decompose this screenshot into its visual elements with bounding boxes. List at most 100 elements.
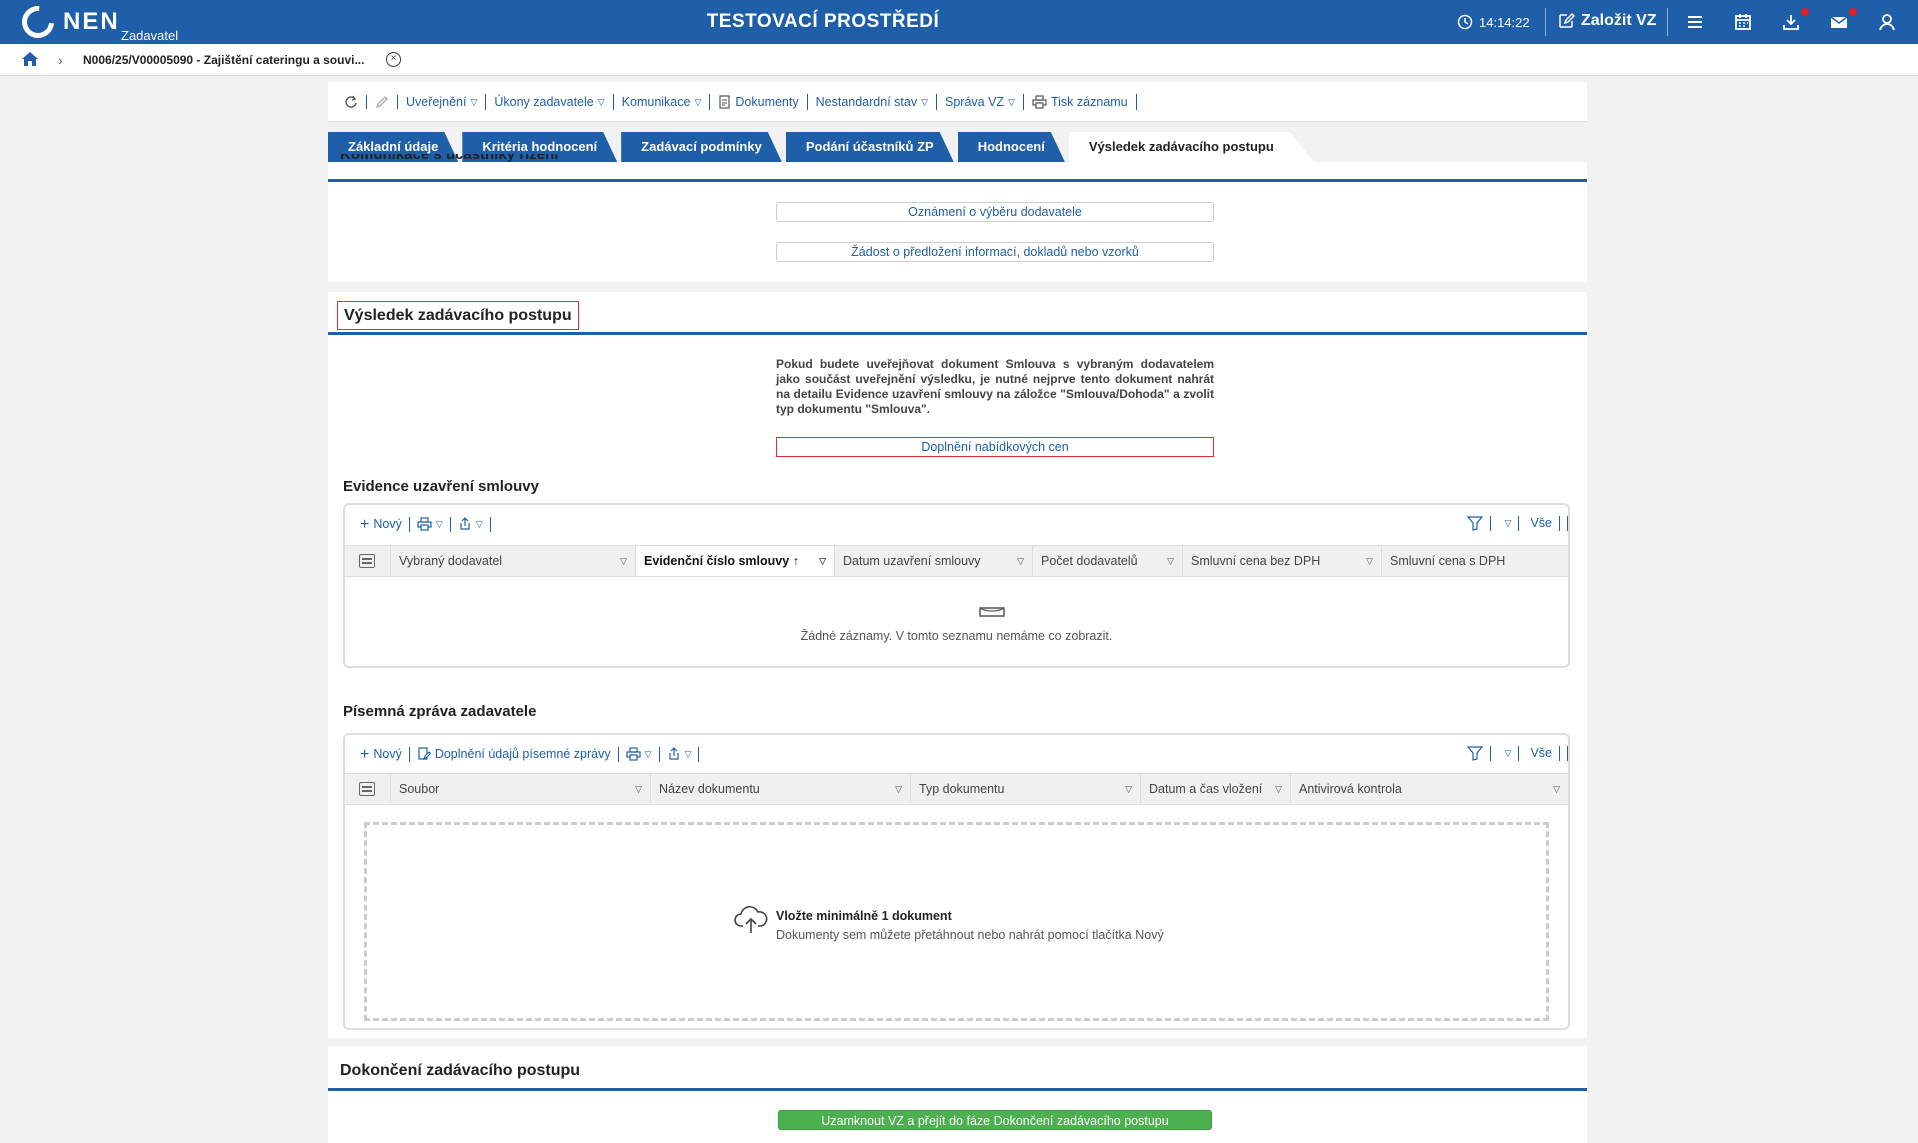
col-contract-number[interactable]: Evidenční číslo smlouvy ↑ ▽ — [636, 546, 835, 576]
tab-result[interactable]: Výsledek zadávacího postupu — [1069, 132, 1314, 162]
col-upload-datetime[interactable]: Datum a čas vložení ▽ — [1141, 774, 1291, 804]
printer-icon — [417, 517, 432, 531]
contracts-grid-toolbar: + Nový ▽ ▽ — [345, 505, 1568, 543]
chevron-down-icon: ▽ — [644, 748, 652, 759]
col-file[interactable]: Soubor ▽ — [391, 774, 651, 804]
breadcrumb-record[interactable]: N006/25/V00005090 - Zajištění cateringu … — [83, 53, 364, 67]
fill-report-label: Doplnění údajů písemné zprávy — [434, 746, 611, 761]
environment-title: TESTOVACÍ PROSTŘEDÍ — [706, 11, 940, 32]
result-section-title: Výsledek zadávacího postupu — [337, 301, 579, 330]
chevron-down-icon: ▽ — [597, 96, 605, 107]
fill-bid-prices-button[interactable]: Doplnění nabídkových cen — [776, 437, 1214, 457]
tab-submissions[interactable]: Podání účastníků ZP — [786, 132, 954, 162]
filter-icon — [1466, 746, 1483, 761]
column-settings-button[interactable] — [345, 774, 391, 804]
report-filter-area: ▽ Vše — [1460, 746, 1568, 761]
finish-title: Dokončení zadávacího postupu — [340, 1062, 581, 1079]
printer-icon — [1032, 94, 1047, 109]
filter-triangle-icon: ▽ — [620, 556, 627, 566]
mail-notification-dot — [1849, 8, 1857, 16]
supplier-selection-notice-button[interactable]: Oznámení o výběru dodavatele — [776, 202, 1214, 222]
sort-asc-icon: ↑ — [792, 554, 799, 568]
lock-vz-button[interactable]: Uzamknout VZ a přejít do fáze Dokončení … — [778, 1110, 1212, 1130]
contracts-view-all[interactable]: ▽ Vše — [1491, 516, 1568, 531]
clock-icon — [1457, 14, 1473, 30]
chevron-down-icon: ▽ — [470, 96, 478, 107]
report-fill-button[interactable]: Doplnění údajů písemné zprávy — [410, 746, 619, 762]
report-export-menu[interactable]: ▽ — [660, 746, 700, 762]
communication-panel: Komunikace s účastníky řízení Oznámení o… — [328, 154, 1587, 282]
user-icon[interactable] — [1876, 11, 1898, 33]
edit-icon — [1559, 12, 1575, 28]
filter-button[interactable] — [1460, 516, 1491, 531]
close-icon[interactable]: × — [386, 52, 401, 67]
pencil-icon — [375, 95, 388, 108]
col-contract-date[interactable]: Datum uzavření smlouvy ▽ — [835, 546, 1033, 576]
contracts-print-menu[interactable]: ▽ — [410, 516, 451, 532]
print-record-button[interactable]: Tisk záznamu — [1024, 93, 1137, 110]
top-bar: NEN Zadavatel TESTOVACÍ PROSTŘEDÍ 14:14:… — [0, 0, 1918, 45]
calendar-icon[interactable] — [1732, 11, 1754, 33]
col-document-name[interactable]: Název dokumentu ▽ — [651, 774, 911, 804]
report-new-button[interactable]: + Nový — [353, 745, 410, 763]
report-print-menu[interactable]: ▽ — [619, 746, 660, 762]
filter-icon — [1466, 516, 1483, 531]
contracts-empty-message: Žádné záznamy. V tomto seznamu nemáme co… — [800, 629, 1113, 643]
col-document-type[interactable]: Typ dokumentu ▽ — [911, 774, 1141, 804]
printer-icon — [626, 747, 641, 761]
filter-triangle-icon: ▽ — [819, 556, 826, 566]
document-drop-zone[interactable]: Vložte minimálně 1 dokument Dokumenty se… — [364, 822, 1549, 1021]
contracts-grid-header: Vybraný dodavatel ▽ Evidenční číslo smlou… — [345, 545, 1568, 577]
chevron-down-icon: ▽ — [1498, 746, 1520, 761]
chevron-down-icon: ▽ — [1498, 516, 1520, 531]
contracts-export-menu[interactable]: ▽ — [451, 516, 491, 532]
nonstandard-state-menu[interactable]: Nestandardní stav ▽ — [808, 93, 937, 110]
download-notification-dot — [1801, 8, 1809, 16]
col-antivirus[interactable]: Antivirová kontrola ▽ — [1291, 774, 1568, 804]
filter-triangle-icon: ▽ — [1125, 784, 1132, 794]
contracts-title: Evidence uzavření smlouvy — [343, 478, 539, 495]
documents-button[interactable]: Dokumenty — [710, 93, 808, 110]
drop-zone-subtitle: Dokumenty sem můžete přetáhnout nebo nah… — [776, 928, 1164, 942]
tab-conditions[interactable]: Zadávací podmínky — [621, 132, 782, 162]
result-info-text: Pokud budete uveřejňovat dokument Smlouv… — [776, 357, 1214, 416]
publish-menu[interactable]: Uveřejnění ▽ — [398, 93, 487, 110]
chevron-down-icon: ▽ — [435, 518, 443, 529]
admin-vz-menu[interactable]: Správa VZ ▽ — [937, 93, 1024, 110]
contracts-filter-area: ▽ Vše — [1460, 516, 1568, 531]
refresh-button[interactable] — [336, 94, 367, 109]
download-icon[interactable] — [1780, 11, 1802, 33]
information-request-button[interactable]: Žádost o předložení informací, dokladů n… — [776, 242, 1214, 262]
col-price-with-vat[interactable]: Smluvní cena s DPH — [1382, 546, 1568, 576]
col-price-without-vat[interactable]: Smluvní cena bez DPH ▽ — [1183, 546, 1382, 576]
menu-icon[interactable] — [1684, 11, 1706, 33]
settings-icon — [359, 782, 375, 796]
cloud-upload-icon — [734, 905, 768, 938]
home-icon[interactable] — [21, 51, 39, 70]
col-supplier-count[interactable]: Počet dodavatelů ▽ — [1033, 546, 1183, 576]
filter-button[interactable] — [1460, 746, 1491, 761]
filter-triangle-icon: ▽ — [1275, 784, 1282, 794]
contracts-new-button[interactable]: + Nový — [353, 516, 410, 532]
report-title: Písemná zpráva zadavatele — [343, 703, 537, 720]
acts-menu[interactable]: Úkony zadavatele ▽ — [486, 93, 614, 110]
col-supplier[interactable]: Vybraný dodavatel ▽ — [391, 546, 636, 576]
report-view-all[interactable]: ▽ Vše — [1491, 746, 1568, 761]
admin-label: Správa VZ — [945, 94, 1005, 109]
tab-evaluation[interactable]: Hodnocení — [958, 132, 1065, 162]
filter-triangle-icon: ▽ — [1167, 556, 1174, 566]
mail-icon[interactable] — [1828, 11, 1850, 33]
create-vz-button[interactable]: Založit VZ — [1557, 12, 1657, 30]
filter-triangle-icon: ▽ — [1553, 784, 1560, 794]
nonstandard-label: Nestandardní stav — [815, 94, 918, 109]
settings-icon — [359, 554, 375, 568]
document-icon — [719, 94, 730, 109]
all-label: Vše — [1523, 516, 1560, 531]
empty-box-icon — [978, 606, 1006, 621]
plus-icon: + — [360, 745, 370, 763]
communication-menu[interactable]: Komunikace ▽ — [614, 93, 711, 110]
all-label: Vše — [1523, 746, 1560, 761]
report-grid: + Nový Doplnění údajů písemné zprávy ▽ ▽ … — [343, 733, 1570, 1030]
edit-button[interactable] — [367, 94, 398, 109]
column-settings-button[interactable] — [345, 546, 391, 576]
